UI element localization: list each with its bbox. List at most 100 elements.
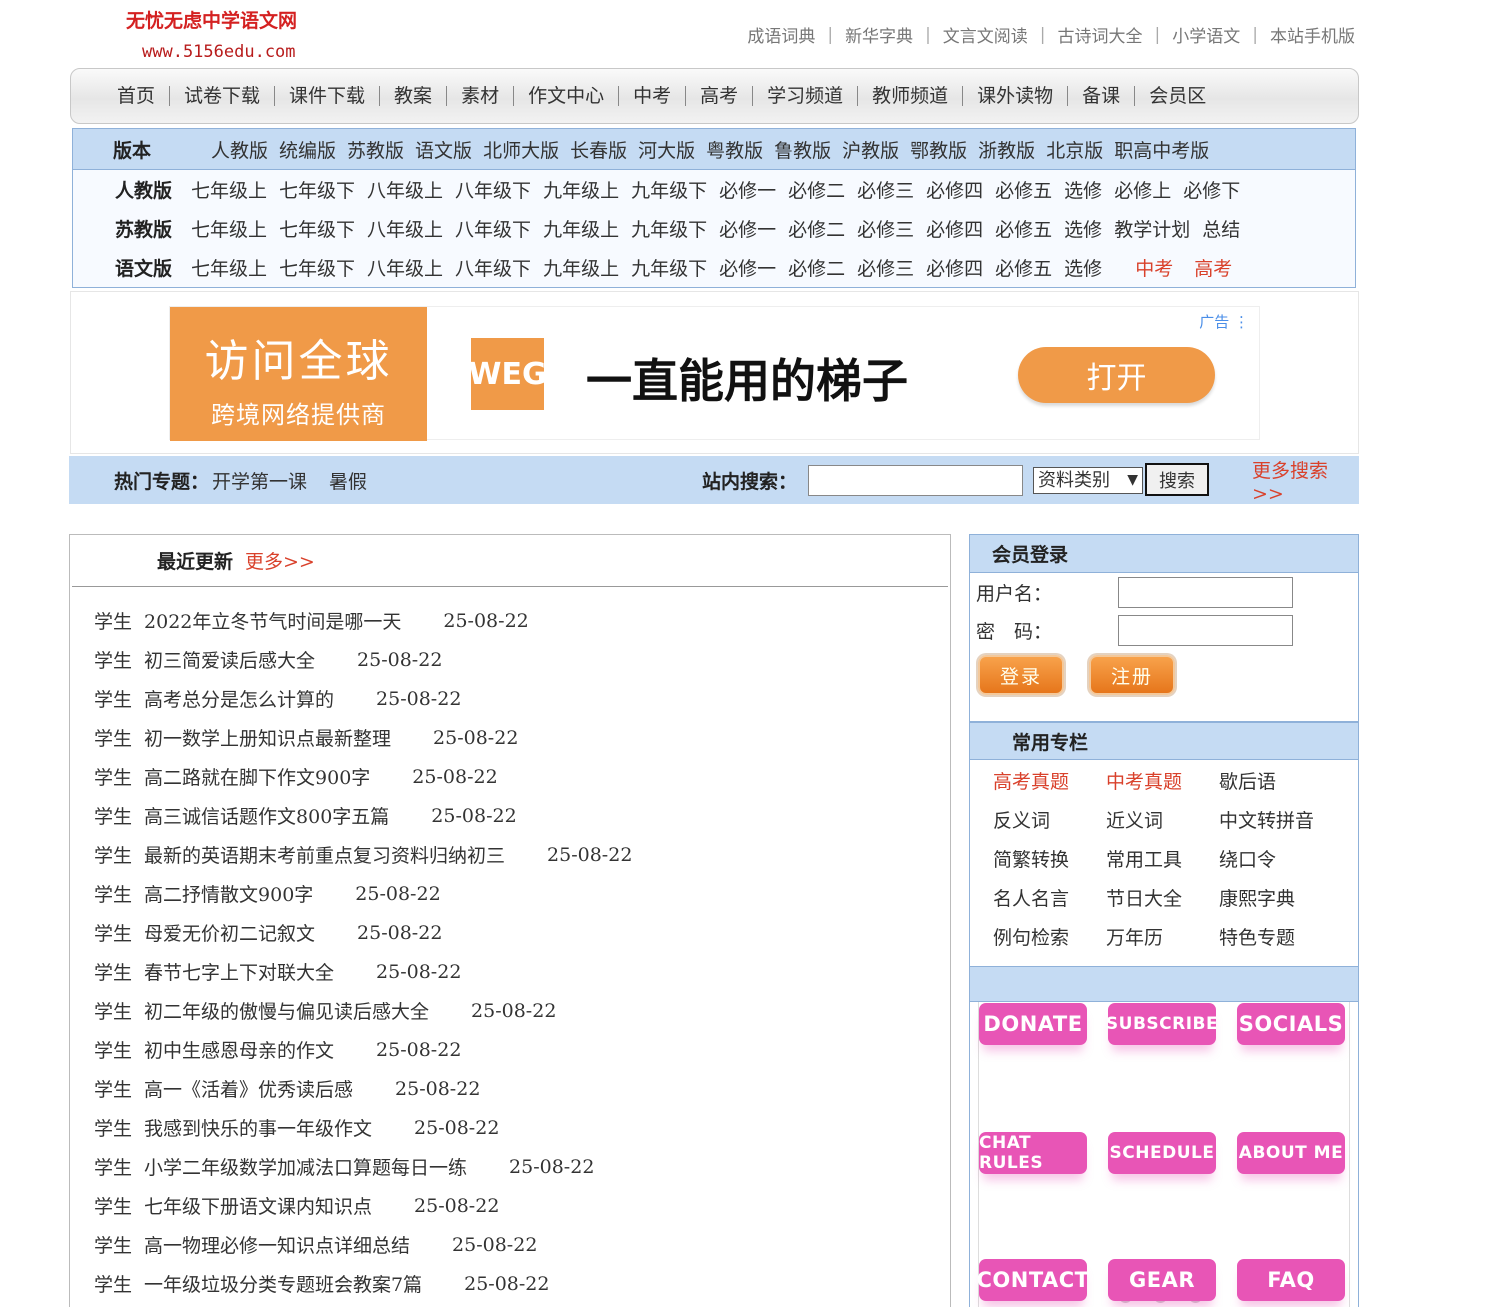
item-category[interactable]: 学生 xyxy=(94,1075,132,1102)
grade-link[interactable]: 八年级下 xyxy=(455,176,531,203)
grade-link[interactable]: 必修四 xyxy=(926,176,983,203)
nav-item[interactable]: 试卷下载 xyxy=(170,86,276,106)
login-button[interactable]: 登录 xyxy=(978,655,1064,695)
grade-link[interactable]: 必修五 xyxy=(995,215,1052,242)
social-button-about-me[interactable]: ABOUT ME xyxy=(1237,1132,1345,1174)
column-link[interactable]: 反义词 xyxy=(993,800,1106,839)
grade-link[interactable]: 必修二 xyxy=(788,176,845,203)
grade-link[interactable]: 九年级下 xyxy=(631,176,707,203)
nav-item[interactable]: 中考 xyxy=(619,86,687,106)
social-button-donate[interactable]: DONATE xyxy=(979,1003,1087,1045)
column-link[interactable]: 绕口令 xyxy=(1219,839,1339,878)
social-button-gear[interactable]: GEAR xyxy=(1108,1259,1216,1301)
column-link[interactable]: 康熙字典 xyxy=(1219,878,1339,917)
edition-link[interactable]: 鄂教版 xyxy=(910,136,967,163)
hot-topic-link[interactable]: 暑假 xyxy=(329,467,367,494)
nav-item[interactable]: 备课 xyxy=(1068,86,1136,106)
grade-link[interactable]: 九年级上 xyxy=(543,254,619,281)
exam-link[interactable]: 高考 xyxy=(1194,254,1232,281)
nav-item[interactable]: 课件下载 xyxy=(275,86,381,106)
grade-link[interactable]: 七年级上 xyxy=(191,176,267,203)
grade-link[interactable]: 选修 xyxy=(1064,254,1102,281)
top-link[interactable]: 小学语文 xyxy=(1172,22,1240,47)
nav-item[interactable]: 教案 xyxy=(380,86,448,106)
category-select[interactable]: 资料类别 ▼ xyxy=(1033,467,1143,494)
column-link[interactable]: 歇后语 xyxy=(1219,761,1339,800)
grade-link[interactable]: 必修三 xyxy=(857,215,914,242)
nav-item[interactable]: 高考 xyxy=(686,86,754,106)
edition-link[interactable]: 苏教版 xyxy=(347,136,404,163)
grade-link[interactable]: 选修 xyxy=(1064,215,1102,242)
top-link[interactable]: 古诗词大全 xyxy=(1058,22,1143,47)
column-link[interactable]: 万年历 xyxy=(1106,917,1219,956)
column-link[interactable]: 特色专题 xyxy=(1219,917,1339,956)
column-link[interactable]: 名人名言 xyxy=(993,878,1106,917)
item-category[interactable]: 学生 xyxy=(94,1192,132,1219)
recent-more-link[interactable]: 更多>> xyxy=(245,547,315,574)
grade-link[interactable]: 八年级上 xyxy=(367,215,443,242)
grade-link[interactable]: 八年级上 xyxy=(367,254,443,281)
item-title-link[interactable]: 高二抒情散文900字 xyxy=(144,880,313,907)
item-category[interactable]: 学生 xyxy=(94,1036,132,1063)
item-title-link[interactable]: 小学二年级数学加减法口算题每日一练 xyxy=(144,1153,467,1180)
ad-banner[interactable]: 访问全球 跨境网络提供商 WEG 一直能用的梯子 打开 广告 ⋮ xyxy=(169,306,1260,441)
item-title-link[interactable]: 母爱无价初二记叙文 xyxy=(144,919,315,946)
item-category[interactable]: 学生 xyxy=(94,802,132,829)
top-link[interactable]: 成语词典 xyxy=(747,22,815,47)
grade-link[interactable]: 选修 xyxy=(1064,176,1102,203)
grade-link[interactable]: 必修一 xyxy=(719,215,776,242)
column-link[interactable]: 中考真题 xyxy=(1106,761,1219,800)
search-button[interactable]: 搜索 xyxy=(1145,463,1209,496)
item-category[interactable]: 学生 xyxy=(94,724,132,751)
grade-link[interactable]: 必修五 xyxy=(995,254,1052,281)
grade-link[interactable]: 必修五 xyxy=(995,176,1052,203)
grade-link[interactable]: 八年级下 xyxy=(455,215,531,242)
column-link[interactable]: 节日大全 xyxy=(1106,878,1219,917)
item-title-link[interactable]: 春节七字上下对联大全 xyxy=(144,958,334,985)
nav-item[interactable]: 首页 xyxy=(117,86,171,106)
grade-link[interactable]: 九年级下 xyxy=(631,254,707,281)
version-row-label[interactable]: 苏教版 xyxy=(115,215,191,242)
edition-link[interactable]: 鲁教版 xyxy=(774,136,831,163)
item-title-link[interactable]: 最新的英语期末考前重点复习资料归纳初三 xyxy=(144,841,505,868)
username-input[interactable] xyxy=(1118,577,1293,608)
item-category[interactable]: 学生 xyxy=(94,1114,132,1141)
grade-link[interactable]: 九年级上 xyxy=(543,176,619,203)
edition-link[interactable]: 浙教版 xyxy=(978,136,1035,163)
item-title-link[interactable]: 高二路就在脚下作文900字 xyxy=(144,763,370,790)
item-category[interactable]: 学生 xyxy=(94,958,132,985)
grade-link[interactable]: 必修三 xyxy=(857,176,914,203)
edition-link[interactable]: 北师大版 xyxy=(483,136,559,163)
site-logo[interactable]: 无忧无虑中学语文网 www.5156edu.com xyxy=(126,6,326,62)
item-category[interactable]: 学生 xyxy=(94,997,132,1024)
edition-link[interactable]: 长春版 xyxy=(570,136,627,163)
item-category[interactable]: 学生 xyxy=(94,841,132,868)
item-title-link[interactable]: 初二年级的傲慢与偏见读后感大全 xyxy=(144,997,429,1024)
nav-item[interactable]: 教师频道 xyxy=(858,86,964,106)
version-row-label[interactable]: 语文版 xyxy=(115,254,191,281)
ad-open-button[interactable]: 打开 xyxy=(1018,347,1215,403)
item-title-link[interactable]: 一年级垃圾分类专题班会教案7篇 xyxy=(144,1270,422,1297)
grade-link[interactable]: 九年级下 xyxy=(631,215,707,242)
grade-link[interactable]: 必修三 xyxy=(857,254,914,281)
column-link[interactable]: 中文转拼音 xyxy=(1219,800,1339,839)
item-category[interactable]: 学生 xyxy=(94,919,132,946)
column-link[interactable]: 近义词 xyxy=(1106,800,1219,839)
edition-link[interactable]: 职高中考版 xyxy=(1114,136,1209,163)
grade-link[interactable]: 教学计划 xyxy=(1114,215,1190,242)
top-link[interactable]: 本站手机版 xyxy=(1270,22,1355,47)
social-button-chat-rules[interactable]: CHAT RULES xyxy=(979,1132,1087,1174)
item-category[interactable]: 学生 xyxy=(94,1231,132,1258)
item-title-link[interactable]: 初三简爱读后感大全 xyxy=(144,646,315,673)
grade-link[interactable]: 必修一 xyxy=(719,254,776,281)
grade-link[interactable]: 七年级下 xyxy=(279,254,355,281)
grade-link[interactable]: 九年级上 xyxy=(543,215,619,242)
item-title-link[interactable]: 我感到快乐的事一年级作文 xyxy=(144,1114,372,1141)
grade-link[interactable]: 七年级上 xyxy=(191,215,267,242)
top-link[interactable]: 文言文阅读 xyxy=(943,22,1028,47)
item-category[interactable]: 学生 xyxy=(94,1270,132,1297)
nav-item[interactable]: 学习频道 xyxy=(753,86,859,106)
grade-link[interactable]: 必修二 xyxy=(788,215,845,242)
grade-link[interactable]: 必修一 xyxy=(719,176,776,203)
edition-link[interactable]: 沪教版 xyxy=(842,136,899,163)
